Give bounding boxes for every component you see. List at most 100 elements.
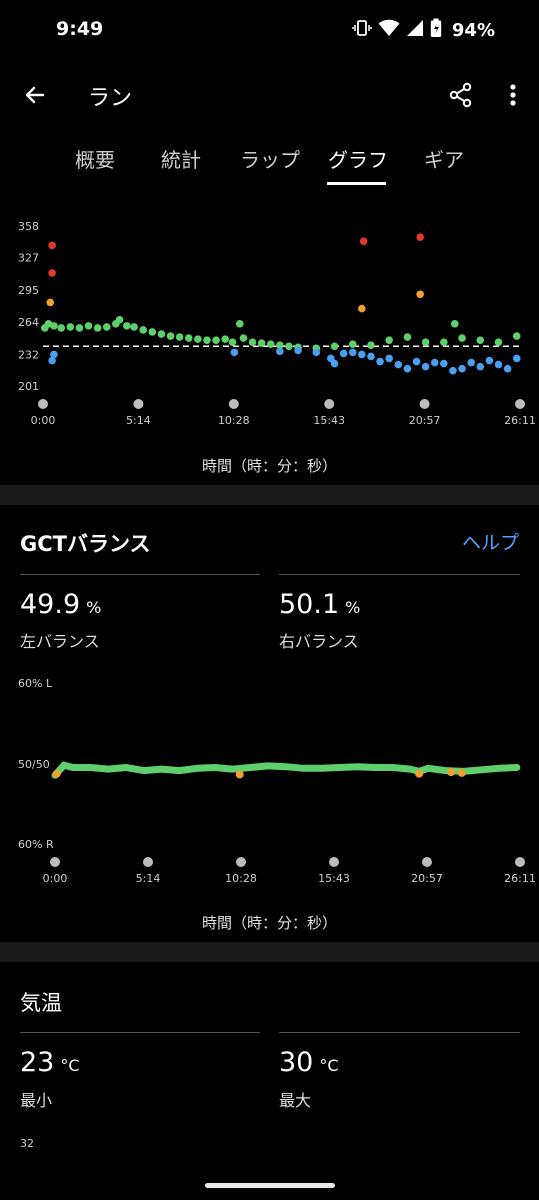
chart1-point-green [403, 333, 412, 341]
chart1-point-green [157, 330, 166, 338]
chart1-point-green [212, 336, 220, 344]
app-bar: ラン [0, 66, 539, 124]
home-indicator[interactable] [205, 1183, 335, 1188]
help-link[interactable]: ヘルプ [462, 528, 519, 555]
chart2-y-tick: 60% R [18, 838, 54, 851]
chart1-point-green [285, 342, 293, 351]
chart1-point-blue [339, 349, 348, 358]
chart1-point-green [385, 336, 393, 344]
chart1-point-blue [394, 360, 403, 369]
chart1-point-blue [367, 352, 375, 361]
chart1-point-green [84, 322, 93, 330]
chart1-point-blue [440, 359, 448, 368]
chart1-x-axis-caption: 時間（時：分：秒） [201, 457, 337, 475]
tab-laps[interactable]: ラップ [240, 144, 300, 173]
chart1-x-tick-dot [133, 399, 144, 409]
chart1-point-green [184, 334, 193, 342]
section-divider [0, 485, 539, 505]
chart1-point-green [203, 336, 211, 344]
wifi-icon [378, 19, 400, 41]
gct-section-title: GCTバランス [20, 532, 151, 556]
tab-indicator [327, 182, 386, 185]
chart1-point-blue [312, 348, 321, 357]
tab-graph[interactable]: グラフ [328, 144, 388, 173]
chart1-y-tick: 295 [18, 284, 39, 297]
temp-divider-right [279, 1032, 520, 1033]
chart1-point-green [476, 336, 485, 344]
vibrate-icon [352, 18, 372, 42]
chart1-point-orange [46, 298, 55, 307]
tab-gear[interactable]: ギア [424, 144, 464, 173]
chart1-point-green [57, 324, 66, 332]
chart1-point-green [239, 334, 248, 342]
chart1-point-blue [485, 356, 494, 365]
chart1-point-red [48, 269, 56, 277]
tab-overview[interactable]: 概要 [75, 144, 115, 173]
chart1-point-green [221, 335, 230, 343]
chart1-point-blue [50, 350, 58, 359]
chart1-x-tick: 0:00 [31, 414, 56, 427]
share-button[interactable] [444, 78, 478, 112]
page-title: ラン [88, 86, 133, 111]
chart1-y-tick: 327 [18, 252, 39, 265]
chart1-point-green [50, 322, 58, 330]
chart1-point-orange [416, 290, 424, 299]
right-balance-value: 50.1% [279, 589, 361, 620]
chart2-x-tick: 0:00 [43, 872, 68, 885]
chart1-point-red [48, 241, 56, 250]
chart1-point-green [421, 338, 430, 346]
chart1-point-green [93, 324, 102, 332]
chart2-point-orange [235, 770, 244, 779]
chart1-x-tick-dot [515, 399, 525, 409]
tab-stats[interactable]: 統計 [161, 144, 201, 173]
status-time: 9:49 [56, 18, 104, 40]
chart1-x-tick: 20:57 [409, 414, 441, 427]
chart1-x-tick: 26:11 [504, 414, 536, 427]
chart1-point-blue [449, 366, 457, 375]
temp-y-tick: 32 [20, 1137, 34, 1150]
chart1-point-green [367, 341, 375, 350]
chart2-y-tick: 50/50 [18, 758, 50, 771]
right-balance-label: 右バランス [279, 632, 359, 651]
chart1-point-blue [512, 354, 521, 363]
temp-max-value: 30 °C [279, 1047, 339, 1078]
chart2-x-tick-dot [515, 857, 525, 867]
chart2-x-tick: 26:11 [504, 872, 536, 885]
chart1-point-green [194, 335, 202, 343]
chart1-x-tick: 5:14 [126, 414, 151, 427]
stat-divider-left [20, 574, 260, 575]
chart2-point-orange [457, 768, 466, 777]
more-options-button[interactable] [496, 78, 530, 112]
chart1-point-green [235, 320, 244, 328]
chart2-y-tick: 60% L [18, 677, 53, 690]
chart1-point-green [458, 334, 466, 342]
chart1-point-green [139, 326, 148, 334]
back-arrow-icon [25, 86, 45, 104]
chart1-point-green [166, 332, 175, 340]
chart1-point-green [266, 340, 275, 349]
chart1-y-tick: 232 [18, 348, 39, 361]
chart1-x-tick-dot [38, 399, 48, 409]
chart1-point-green [175, 333, 184, 341]
temp-max-label: 最大 [279, 1091, 312, 1110]
chart1-point-green [115, 315, 124, 324]
battery-percent: 94% [451, 19, 495, 41]
chart2-point-orange [447, 768, 456, 777]
chart1-point-blue [503, 364, 512, 373]
chart2-x-tick: 5:14 [136, 872, 161, 885]
chart1-point-red [359, 237, 368, 246]
share-icon [449, 82, 472, 108]
chart1-point-green [123, 322, 131, 330]
chart1-y-tick: 264 [18, 316, 39, 329]
back-button[interactable] [18, 78, 52, 112]
cadence-chart: 358 327 295 264 232 201 0:00 5:14 10:28 15:43 20:5… [18, 220, 536, 427]
signal-icon [406, 19, 424, 41]
chart1-point-blue [276, 347, 284, 356]
chart1-x-tick-dot [324, 399, 335, 409]
temp-min-label: 最小 [20, 1091, 53, 1110]
chart1-point-green [228, 338, 237, 346]
chart1-point-green [148, 328, 157, 336]
chart2-x-tick-dot [143, 857, 153, 867]
chart1-x-tick: 15:43 [313, 414, 345, 427]
gct-balance-chart: 60% L 50/50 60% R 0:00 5:14 10:28 15:43 20:57 26… [18, 677, 536, 885]
